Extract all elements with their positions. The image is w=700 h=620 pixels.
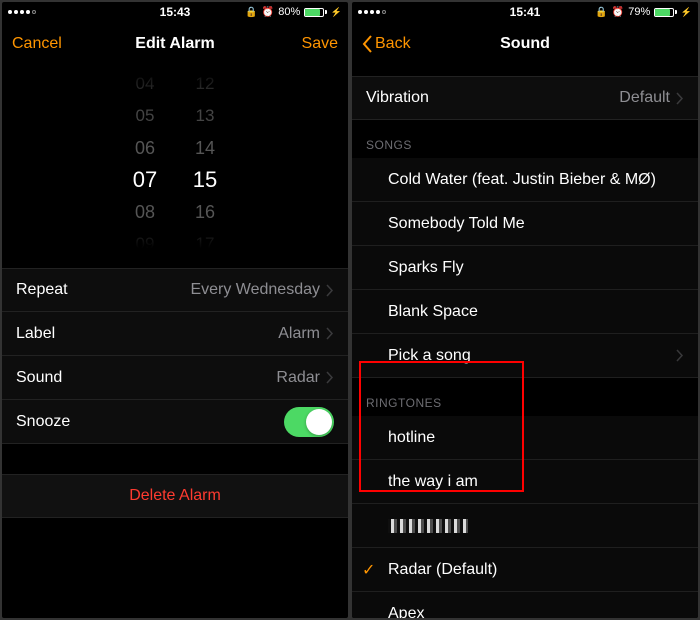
nav-title: Edit Alarm	[135, 35, 214, 53]
chevron-right-icon	[676, 349, 684, 362]
ringtone-item[interactable]: hotline	[352, 416, 698, 460]
pick-a-song-row[interactable]: Pick a song	[352, 334, 698, 378]
time-picker[interactable]: 04 05 06 07 08 09 10 12 13 14 15 16 17 1…	[2, 68, 348, 248]
song-item[interactable]: Blank Space	[352, 290, 698, 334]
navbar: Back Sound	[352, 22, 698, 66]
status-bar: 15:41 🔒 ⏰ 79% ⚡	[352, 2, 698, 22]
signal-dots-icon	[8, 10, 36, 14]
snooze-label: Snooze	[16, 413, 70, 431]
edit-alarm-screen: 15:43 🔒 ⏰ 80% ⚡ Cancel Edit Alarm Save 0…	[2, 2, 348, 618]
delete-alarm-button[interactable]: Delete Alarm	[2, 474, 348, 518]
chevron-right-icon	[326, 284, 334, 297]
status-time: 15:43	[160, 5, 191, 19]
hour-picker[interactable]: 04 05 06 07 08 09 10	[115, 68, 175, 248]
cancel-button[interactable]: Cancel	[12, 35, 62, 53]
snooze-row: Snooze	[2, 400, 348, 444]
signal-dots-icon	[358, 10, 386, 14]
navbar: Cancel Edit Alarm Save	[2, 22, 348, 66]
song-item[interactable]: Cold Water (feat. Justin Bieber & MØ)	[352, 158, 698, 202]
battery-icon	[654, 8, 677, 17]
battery-icon	[304, 8, 327, 17]
label-label: Label	[16, 325, 55, 343]
charging-icon: ⚡	[331, 7, 342, 18]
status-bar: 15:43 🔒 ⏰ 80% ⚡	[2, 2, 348, 22]
chevron-left-icon	[362, 35, 373, 53]
alarm-icon: ⏰	[262, 7, 274, 18]
alarm-icon: ⏰	[612, 7, 624, 18]
charging-icon: ⚡	[681, 7, 692, 18]
repeat-row[interactable]: Repeat Every Wednesday	[2, 268, 348, 312]
minute-picker[interactable]: 12 13 14 15 16 17 18	[175, 68, 235, 248]
label-row[interactable]: Label Alarm	[2, 312, 348, 356]
song-item[interactable]: Sparks Fly	[352, 246, 698, 290]
battery-percent: 80%	[278, 6, 300, 18]
nav-title: Sound	[500, 35, 550, 53]
back-button[interactable]: Back	[362, 35, 411, 53]
repeat-value: Every Wednesday	[190, 281, 320, 299]
chevron-right-icon	[326, 371, 334, 384]
chevron-right-icon	[676, 92, 684, 105]
ringtone-item-obscured[interactable]	[352, 504, 698, 548]
checkmark-icon: ✓	[362, 560, 375, 580]
label-value: Alarm	[278, 325, 320, 343]
vibration-label: Vibration	[366, 89, 429, 107]
sound-row[interactable]: Sound Radar	[2, 356, 348, 400]
pixelated-icon	[388, 519, 468, 533]
battery-percent: 79%	[628, 6, 650, 18]
repeat-label: Repeat	[16, 281, 68, 299]
vibration-row[interactable]: Vibration Default	[352, 76, 698, 120]
ringtone-item[interactable]: Apex	[352, 592, 698, 618]
sound-label: Sound	[16, 369, 62, 387]
sound-value: Radar	[276, 369, 320, 387]
songs-header: SONGS	[352, 120, 698, 158]
sound-screen: 15:41 🔒 ⏰ 79% ⚡ Back Sound Vibration Def…	[352, 2, 698, 618]
vibration-value: Default	[619, 89, 670, 107]
ringtone-item[interactable]: the way i am	[352, 460, 698, 504]
status-time: 15:41	[510, 5, 541, 19]
chevron-right-icon	[326, 327, 334, 340]
lock-icon: 🔒	[595, 7, 607, 18]
lock-icon: 🔒	[245, 7, 257, 18]
snooze-toggle[interactable]	[284, 407, 334, 437]
alarm-settings: Repeat Every Wednesday Label Alarm Sound…	[2, 268, 348, 444]
song-item[interactable]: Somebody Told Me	[352, 202, 698, 246]
ringtones-header: RINGTONES	[352, 378, 698, 416]
save-button[interactable]: Save	[302, 35, 338, 53]
ringtone-item-selected[interactable]: ✓ Radar (Default)	[352, 548, 698, 592]
